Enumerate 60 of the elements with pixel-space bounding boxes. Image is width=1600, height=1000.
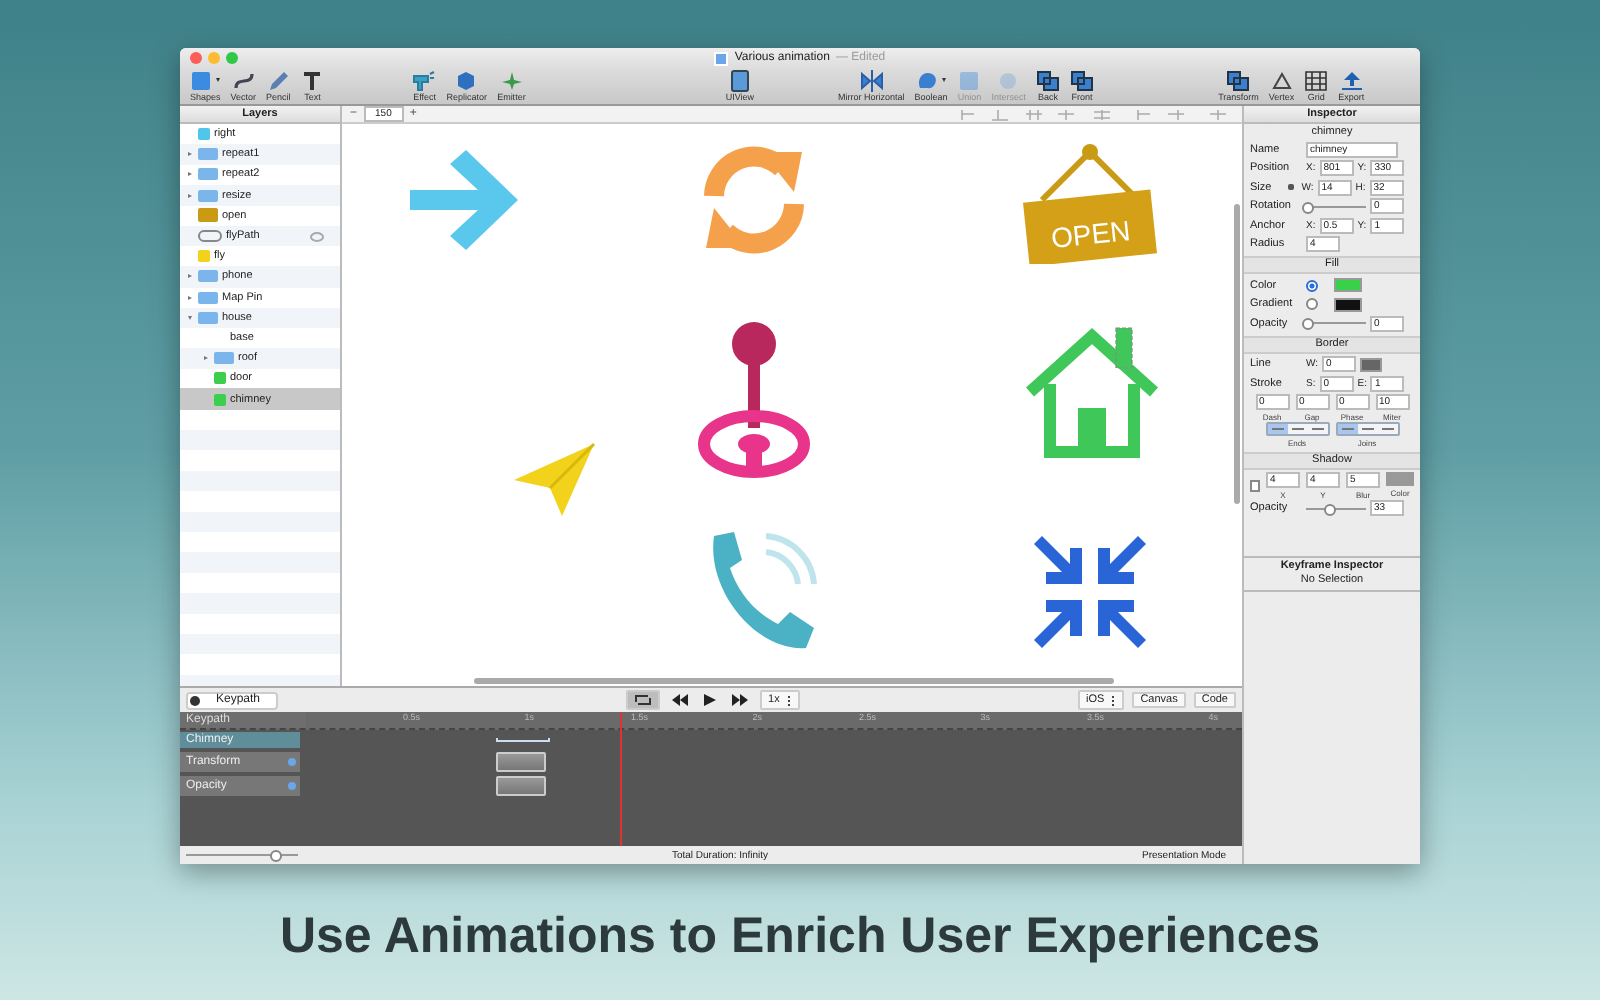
rewind-icon[interactable] [672,694,689,706]
segment-option[interactable] [1307,424,1327,434]
checkbox[interactable] [1250,479,1260,491]
shrink-arrows-drawing [1030,532,1150,652]
slider-thumb[interactable] [1302,201,1314,214]
mirror-icon [859,69,884,91]
text-t-icon [300,69,325,91]
stack-icon [1226,69,1251,91]
slider-thumb[interactable] [1323,503,1335,516]
house-drawing [1022,324,1162,460]
segment-option[interactable] [1357,424,1377,434]
caret-icon [216,78,221,82]
document-icon [714,51,729,65]
folder-icon [214,352,234,365]
caret-icon [942,78,947,82]
stack-icon [1036,69,1061,91]
segment-option[interactable] [1377,424,1397,434]
sign-text: OPEN [1049,213,1132,255]
stack-icon [1070,69,1095,91]
headline: Use Animations to Enrich User Experiences [279,908,1321,966]
loop-icon [634,694,653,706]
play-icon[interactable] [704,694,717,706]
segment-option[interactable] [1337,424,1357,434]
image-icon [198,208,218,223]
dropdown-icon[interactable] [288,758,296,766]
grid-icon [1304,69,1329,91]
pen-icon [231,69,256,91]
blob-icon [916,69,941,91]
vertex-icon [1269,69,1294,91]
segment-option[interactable] [1267,424,1287,434]
scrollbar[interactable] [1234,204,1240,504]
zoom-button[interactable] [226,52,238,64]
radio-button[interactable] [1306,279,1318,292]
view-icon [727,69,752,91]
color-well[interactable] [1386,472,1414,486]
lock-icon[interactable] [1287,184,1294,191]
scrollbar[interactable] [474,678,1114,684]
slider-thumb[interactable] [269,850,282,862]
paper-plane-drawing [510,440,598,520]
circle-icon [996,69,1021,91]
path-icon [198,230,222,243]
segment-option[interactable] [1287,424,1307,434]
plus-icon[interactable] [190,695,200,705]
slider-thumb[interactable] [1302,318,1314,331]
close-button[interactable] [190,52,202,64]
spray-icon [412,69,437,91]
dropdown-icon[interactable] [288,782,296,790]
color-well[interactable] [1334,278,1362,293]
fast-forward-icon[interactable] [732,694,749,706]
radio-button[interactable] [1306,298,1318,311]
color-well[interactable] [1334,297,1362,312]
square-icon [957,69,982,91]
square-icon [190,69,215,91]
sparkle-icon [499,69,524,91]
keyframe-block[interactable] [496,776,546,796]
keyframe-block[interactable] [496,752,546,772]
upload-icon [1339,69,1364,91]
eye-icon[interactable] [310,231,324,242]
color-well[interactable] [1360,357,1383,372]
loop-button[interactable] [626,690,661,710]
